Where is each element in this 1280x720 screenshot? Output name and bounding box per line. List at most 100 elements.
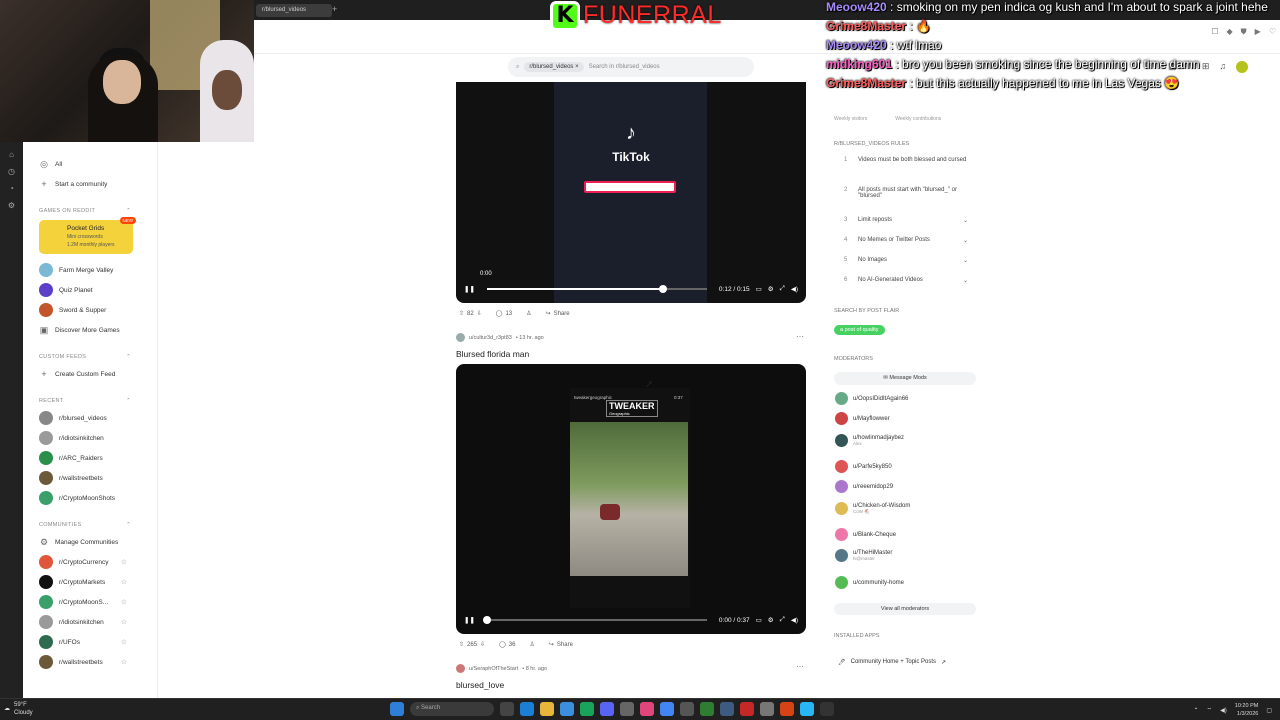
progress-knob[interactable]	[658, 285, 667, 293]
moderator-item[interactable]: u/Blank-Cheque	[835, 528, 896, 541]
moderator-item[interactable]: u/Mayflowwer	[835, 412, 890, 425]
chevron-down-icon[interactable]: ⌄	[963, 277, 968, 284]
home-icon[interactable]: ⌂	[0, 150, 23, 159]
volume-icon[interactable]: ◀)	[791, 616, 798, 624]
star-icon[interactable]: ☆	[121, 638, 127, 646]
progress-knob[interactable]	[482, 616, 491, 624]
sidebar-item-recent[interactable]: r/CryptoMoonShots	[23, 488, 157, 508]
app-icon[interactable]	[800, 702, 814, 716]
video-player-1[interactable]: ♪ TikTok ❚❚ 0:12 / 0:15 ▭ ⚙ ⤢ ◀)	[456, 82, 806, 303]
share-button[interactable]: ↪ Share	[546, 310, 570, 318]
rule-item[interactable]: 1 Videos must be both blessed and cursed	[844, 157, 968, 163]
recording-icon[interactable]	[740, 702, 754, 716]
sidebar-item-game[interactable]: Sword & Supper	[23, 300, 157, 320]
moderator-item[interactable]: u/reeemidop29	[835, 480, 893, 493]
sidebar-item-game[interactable]: Quiz Planet	[23, 280, 157, 300]
pause-icon[interactable]: ❚❚	[464, 285, 475, 293]
moderator-item[interactable]: u/howlinmadjaybez Alex	[835, 434, 904, 447]
network-icon[interactable]: ⌔	[1207, 706, 1213, 714]
rule-item[interactable]: 2 All posts must start with "blursed_" or…	[844, 187, 968, 199]
rule-item[interactable]: 3 Limit reposts ⌄	[844, 217, 968, 224]
edge-icon[interactable]	[520, 702, 534, 716]
chevron-down-icon[interactable]: ⌄	[963, 257, 968, 264]
comments-button[interactable]: ◯ 36	[499, 641, 515, 649]
sidebar-item-all[interactable]: ◎ All	[23, 154, 157, 174]
new-tab-button[interactable]: +	[332, 4, 337, 14]
sidebar-item-community[interactable]: r/idiotsinkitchen ☆	[23, 612, 157, 632]
post-author[interactable]: u/SeraphOfTheStart	[469, 666, 518, 672]
sidebar-item-recent[interactable]: r/ARC_Raiders	[23, 448, 157, 468]
installed-app-item[interactable]: 🖊 Community Home + Topic Posts ↗	[838, 659, 946, 666]
fullscreen-icon[interactable]: ⤢	[780, 616, 785, 624]
task-view-icon[interactable]	[500, 702, 514, 716]
sidebar-item-manage-communities[interactable]: ⚙ Manage Communities	[23, 532, 157, 552]
volume-icon[interactable]: ◀)	[1220, 707, 1227, 714]
sidebar-item-community[interactable]: r/CryptoMarkets ☆	[23, 572, 157, 592]
store-icon[interactable]	[560, 702, 574, 716]
downvote-icon[interactable]: ⇩	[477, 310, 482, 317]
browser-tab[interactable]: r/blursed_videos	[256, 4, 332, 17]
sidebar-item-recent[interactable]: r/wallstreetbets	[23, 468, 157, 488]
recent-header[interactable]: RECENT ⌃	[23, 394, 157, 408]
message-mods-button[interactable]: ✉ Message Mods	[834, 372, 976, 385]
sidebar-item-community[interactable]: r/UFOs ☆	[23, 632, 157, 652]
notepad-icon[interactable]	[680, 702, 694, 716]
comments-button[interactable]: ◯ 13	[496, 310, 512, 318]
sidebar-item-recent[interactable]: r/idiotsinkitchen	[23, 428, 157, 448]
rule-item[interactable]: 6 No AI-Generated Videos ⌄	[844, 277, 968, 284]
settings-icon[interactable]: ⚙	[768, 285, 774, 293]
chevron-down-icon[interactable]: ⌄	[963, 237, 968, 244]
obs-icon[interactable]	[620, 702, 634, 716]
captions-icon[interactable]: ▭	[756, 616, 762, 624]
chevron-up-icon[interactable]: ⌃	[126, 208, 131, 214]
pause-icon[interactable]: ❚❚	[464, 616, 475, 624]
moderator-item[interactable]: u/Parfe5ky850	[835, 460, 892, 473]
author-avatar[interactable]	[456, 333, 465, 342]
post-3-title[interactable]: blursed_love	[456, 680, 504, 690]
award-button[interactable]: ♙	[529, 641, 534, 648]
sidebar-item-create-feed[interactable]: + Create Custom Feed	[23, 364, 157, 384]
award-button[interactable]: ♙	[526, 310, 531, 317]
star-icon[interactable]: ☆	[121, 578, 127, 586]
pocket-grids-card[interactable]: NEW Pocket Grids Mini crosswords 1.2M mo…	[39, 217, 136, 254]
moderator-item[interactable]: u/Chicken-of-Wisdom CoW 🐔	[835, 502, 910, 515]
video-progress-bar[interactable]	[482, 616, 707, 624]
chevron-up-icon[interactable]: ⌃	[126, 522, 131, 528]
history-icon[interactable]: ◷	[0, 167, 23, 176]
rule-item[interactable]: 5 No Images ⌄	[844, 257, 968, 264]
discord-icon[interactable]	[600, 702, 614, 716]
app-icon[interactable]	[640, 702, 654, 716]
moderator-item[interactable]: u/OopsIDidItAgain66	[835, 392, 908, 405]
clock-icon[interactable]: ◔	[0, 184, 23, 193]
post-2-title[interactable]: Blursed florida man	[456, 349, 529, 359]
star-icon[interactable]: ☆	[121, 658, 127, 666]
post-author[interactable]: u/cultur3d_r3pt83	[469, 335, 512, 341]
subreddit-chip[interactable]: r/blursed_videos ×	[524, 62, 584, 72]
sidebar-item-community[interactable]: r/wallstreetbets ☆	[23, 652, 157, 672]
moderator-item[interactable]: u/TheHiMaster hi@master	[835, 549, 892, 562]
moderator-item[interactable]: u/community-home	[835, 576, 904, 589]
star-icon[interactable]: ☆	[121, 598, 127, 606]
sidebar-item-community[interactable]: r/CryptoMoonS... ☆	[23, 592, 157, 612]
chevron-up-icon[interactable]: ⌃	[1193, 707, 1198, 714]
fullscreen-icon[interactable]: ⤢	[780, 285, 785, 293]
more-options-icon[interactable]: ⋯	[796, 662, 804, 671]
communities-header[interactable]: COMMUNITIES ⌃	[23, 518, 157, 532]
games-section-header[interactable]: GAMES ON REDDIT ⌃	[23, 204, 157, 218]
video-progress-bar[interactable]	[486, 285, 707, 293]
flair-chip[interactable]: a post of quality	[834, 325, 885, 335]
start-icon[interactable]	[390, 702, 404, 716]
photos-icon[interactable]	[720, 702, 734, 716]
taskbar-search[interactable]: ⌕ Search	[410, 702, 494, 716]
upvote-icon[interactable]: ⇧	[459, 310, 464, 317]
app-icon[interactable]	[760, 702, 774, 716]
file-explorer-icon[interactable]	[540, 702, 554, 716]
video-player-2[interactable]: tweakergeographic 0:37 TWEAKER Geographic…	[456, 364, 806, 634]
volume-icon[interactable]: ◀)	[791, 285, 798, 293]
captions-icon[interactable]: ▭	[756, 285, 762, 293]
app-icon[interactable]	[780, 702, 794, 716]
view-all-moderators-button[interactable]: View all moderators	[834, 603, 976, 615]
app-icon[interactable]	[820, 702, 834, 716]
chrome-icon[interactable]	[660, 702, 674, 716]
sidebar-item-community[interactable]: r/CryptoCurrency ☆	[23, 552, 157, 572]
